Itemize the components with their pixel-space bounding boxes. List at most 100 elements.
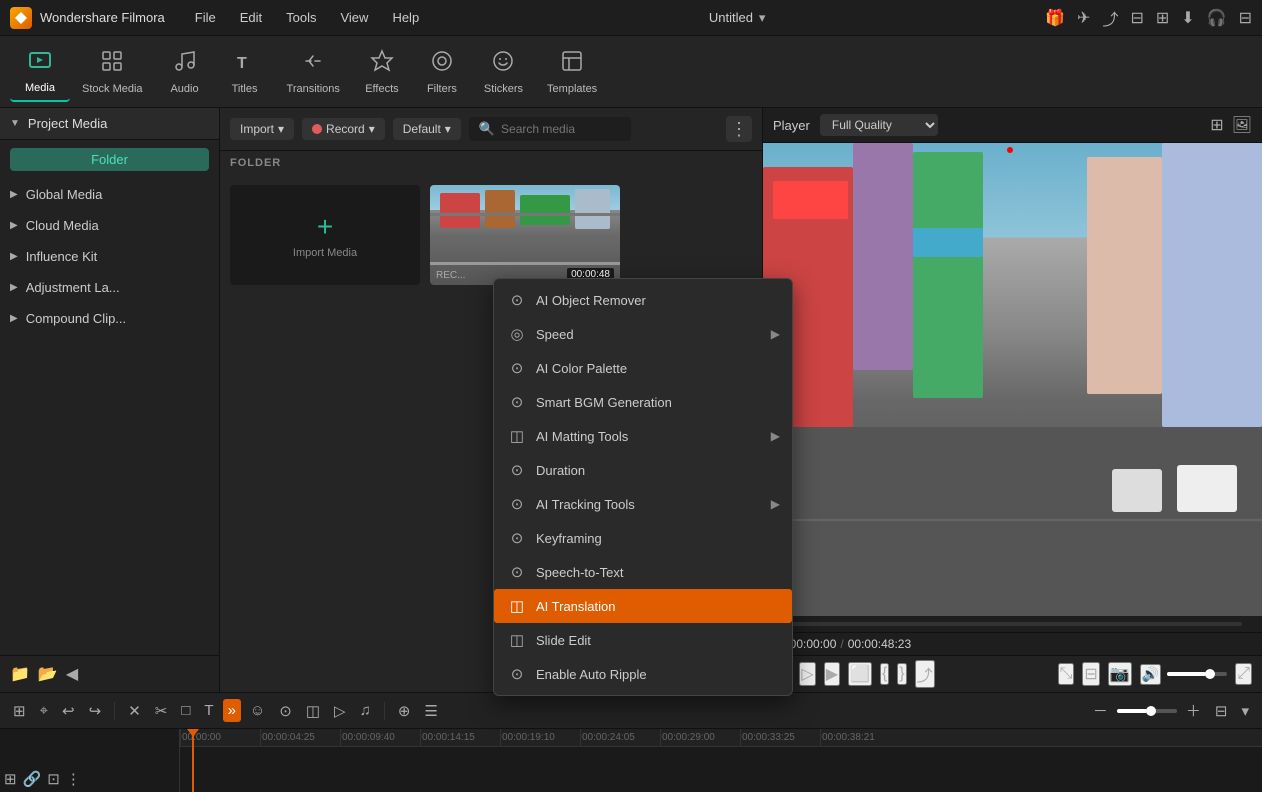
headphone-icon[interactable]: 🎧 [1207,8,1227,28]
title-dropdown-icon[interactable]: ▾ [759,10,766,26]
play-button[interactable]: ▶ [824,662,840,686]
panel-tree-global-media[interactable]: ▶ Global Media [0,179,219,210]
timeline-settings-button[interactable]: ▾ [1236,699,1254,723]
timeline-mask-button[interactable]: ◫ [301,699,325,723]
play-slow-button[interactable]: ▷ [799,662,815,686]
smart-bgm-icon: ⊙ [508,393,526,411]
gift-icon[interactable]: 🎁 [1045,8,1065,28]
panel-tree-compound[interactable]: ▶ Compound Clip... [0,303,219,334]
timeline-speed-button[interactable]: » [223,699,241,722]
menu-item-speed[interactable]: ◎ Speed ▶ [494,317,792,351]
camera-button[interactable]: 📷 [1108,662,1132,686]
chevron-left-icon[interactable]: ◀ [66,664,78,684]
add-to-timeline-button[interactable]: ⤴ [915,660,935,688]
toolbar-templates[interactable]: Templates [535,43,609,101]
menu-item-auto-ripple[interactable]: ⊙ Enable Auto Ripple [494,657,792,691]
folder-button[interactable]: Folder [10,148,209,171]
add-media-icon: + [317,211,333,243]
menu-item-slide-edit[interactable]: ◫ Slide Edit [494,623,792,657]
ai-object-remover-label: AI Object Remover [536,293,646,308]
export-icon[interactable]: ⤴ [1102,6,1118,30]
fullscreen-expand-button[interactable]: ⤢ [1235,663,1252,685]
toolbar-transitions[interactable]: Transitions [275,43,352,101]
keyframing-icon: ⊙ [508,529,526,547]
duration-icon: ⊙ [508,461,526,479]
timeline-color-button[interactable]: ⊙ [274,699,297,723]
search-input[interactable] [501,122,621,136]
menu-item-smart-bgm[interactable]: ⊙ Smart BGM Generation [494,385,792,419]
video-thumb[interactable]: 00:00:48 REC... [430,185,620,285]
record-button[interactable]: Record ▾ [302,118,385,140]
layout-icon[interactable]: ⊟ [1239,8,1252,28]
import-media-thumb[interactable]: + Import Media [230,185,420,285]
snapshot-icon[interactable]: 🖼 [1232,115,1252,135]
minimize-icon[interactable]: ⊟ [1130,8,1143,28]
download-cloud-icon[interactable]: ⬇ [1181,8,1194,28]
new-folder-icon[interactable]: 📁 [10,664,30,684]
menu-file[interactable]: File [185,6,226,29]
grid-view-icon[interactable]: ⊞ [1210,115,1223,135]
timeline-audio-button[interactable]: ♫ [355,699,376,722]
toolbar-stickers[interactable]: Stickers [472,43,535,101]
volume-icon[interactable]: 🔊 [1140,664,1161,685]
timeline-cut-button[interactable]: ✂ [150,699,173,723]
split-track-button[interactable]: ⋮ [66,770,81,788]
timeline-separator-1 [114,702,115,720]
panel-tree-influence-kit[interactable]: ▶ Influence Kit [0,241,219,272]
menu-help[interactable]: Help [382,6,429,29]
toolbar-audio[interactable]: Audio [155,43,215,101]
full-screen-button[interactable]: ⤡ [1058,663,1075,685]
timeline-menu-button[interactable]: ☰ [419,699,442,723]
toolbar-filters[interactable]: Filters [412,43,472,101]
toolbar-stock-media[interactable]: Stock Media [70,43,155,101]
timeline-playhead[interactable] [192,729,194,792]
timeline-play-frame-button[interactable]: ▷ [329,699,351,723]
sort-button[interactable]: Default ▾ [393,118,461,140]
import-button[interactable]: Import ▾ [230,118,294,140]
preview-timeline-bar[interactable] [783,622,1242,626]
timeline-grid-button[interactable]: ⊞ [8,699,31,723]
zoom-in-button[interactable]: ＋ [1181,697,1206,724]
volume-slider[interactable] [1167,672,1227,676]
more-options-button[interactable]: ⋮ [726,116,752,142]
timeline-crop-button[interactable]: □ [176,699,195,722]
timeline-undo-button[interactable]: ↩ [57,699,80,723]
zoom-out-button[interactable]: － [1088,697,1113,724]
timeline-select-button[interactable]: ⌖ [35,699,53,722]
menu-item-ai-matting[interactable]: ◫ AI Matting Tools ▶ [494,419,792,453]
menu-edit[interactable]: Edit [230,6,272,29]
panel-tree-adjustment[interactable]: ▶ Adjustment La... [0,272,219,303]
timeline-more-tools-button[interactable]: ⊕ [393,699,416,723]
menu-item-ai-object-remover[interactable]: ⊙ AI Object Remover [494,283,792,317]
menu-item-keyframing[interactable]: ⊙ Keyframing [494,521,792,555]
toolbar-media[interactable]: Media [10,42,70,102]
mark-in-button[interactable]: { [880,663,889,685]
panel-tree-cloud-media[interactable]: ▶ Cloud Media [0,210,219,241]
menu-item-duration[interactable]: ⊙ Duration [494,453,792,487]
timeline-face-button[interactable]: ☺ [245,699,270,722]
timeline-text-button[interactable]: T [199,699,218,722]
timeline-redo-button[interactable]: ↪ [84,699,107,723]
snap-button[interactable]: ⊡ [47,770,60,788]
panel-collapse-icon[interactable]: ▼ [10,118,20,129]
toolbar-titles[interactable]: T Titles [215,43,275,101]
quality-select[interactable]: Full Quality Half Quality Quarter Qualit… [820,114,938,136]
pip-button[interactable]: ⊟ [1082,662,1099,686]
mark-out-button[interactable]: } [897,663,906,685]
toolbar-effects[interactable]: Effects [352,43,412,101]
split-icon[interactable]: ⊞ [1156,8,1169,28]
menu-tools[interactable]: Tools [276,6,326,29]
menu-item-speech-to-text[interactable]: ⊙ Speech-to-Text [494,555,792,589]
share-icon[interactable]: ✈ [1077,8,1090,28]
menu-item-ai-color-palette[interactable]: ⊙ AI Color Palette [494,351,792,385]
snapshot-button[interactable]: ⬜ [848,662,872,686]
import-folder-icon[interactable]: 📂 [38,664,58,684]
menu-item-ai-translation[interactable]: ◫ AI Translation [494,589,792,623]
zoom-slider[interactable] [1117,709,1177,713]
link-button[interactable]: 🔗 [23,770,42,788]
add-track-button[interactable]: ⊞ [4,770,17,788]
menu-item-ai-tracking[interactable]: ⊙ AI Tracking Tools ▶ [494,487,792,521]
menu-view[interactable]: View [330,6,378,29]
timeline-layout-button[interactable]: ⊟ [1210,699,1233,723]
timeline-delete-button[interactable]: ✕ [123,699,146,723]
